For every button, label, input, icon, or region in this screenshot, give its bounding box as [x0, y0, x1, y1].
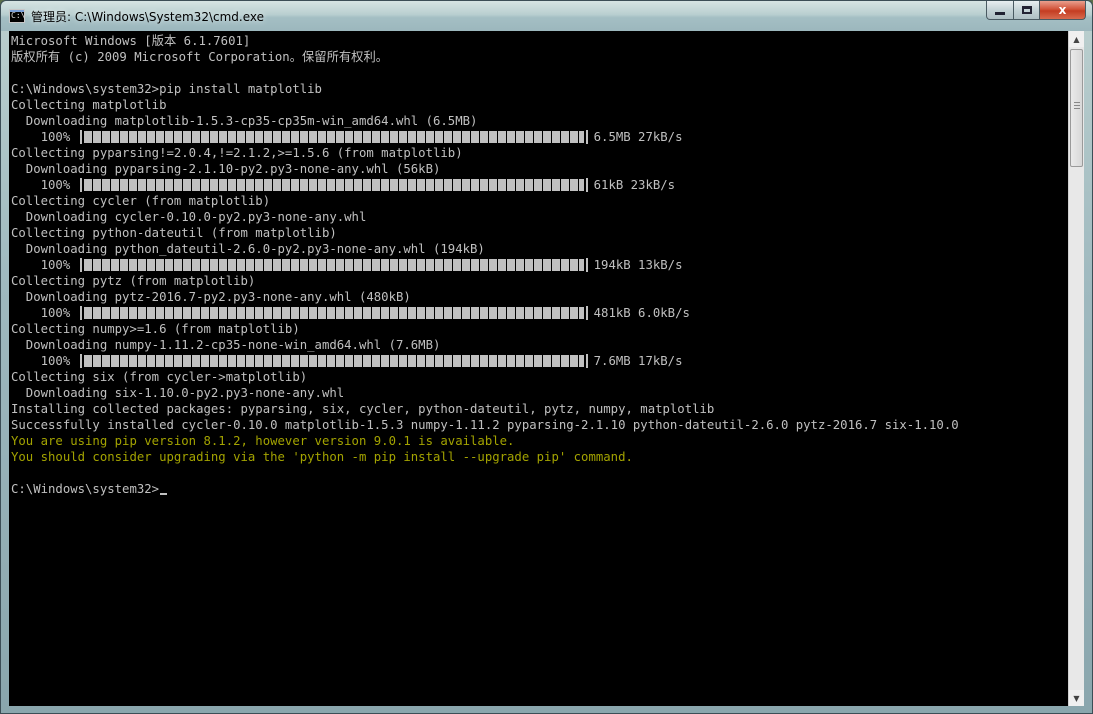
progress-line: 100% 61kB 23kB/s [11, 177, 959, 193]
console-line: Collecting matplotlib [11, 97, 959, 113]
window-title: 管理员: C:\Windows\System32\cmd.exe [31, 10, 264, 24]
minimize-icon [995, 11, 1005, 15]
progress-fill [83, 307, 584, 319]
console-line-text: You should consider upgrading via the 'p… [11, 450, 633, 464]
console-line: Collecting numpy>=1.6 (from matplotlib) [11, 321, 959, 337]
progress-line: 100% 481kB 6.0kB/s [11, 305, 959, 321]
minimize-button[interactable] [986, 1, 1014, 20]
console-line-text: You are using pip version 8.1.2, however… [11, 434, 515, 448]
console-line-text: Downloading python_dateutil-2.6.0-py2.py… [11, 242, 485, 256]
progress-fill [83, 259, 584, 271]
console-line-text: C:\Windows\system32> [11, 482, 160, 496]
progress-line: 100% 194kB 13kB/s [11, 257, 959, 273]
warning-line: You are using pip version 8.1.2, however… [11, 433, 959, 449]
progress-percent: 100% [11, 258, 78, 272]
progress-bar [79, 306, 588, 320]
console-line: Collecting pyparsing!=2.0.4,!=2.1.2,>=1.… [11, 145, 959, 161]
console-line: Collecting pytz (from matplotlib) [11, 273, 959, 289]
console-line-text: Collecting matplotlib [11, 98, 167, 112]
console-lines: Microsoft Windows [版本 6.1.7601] 版权所有 (c) … [11, 33, 959, 497]
prompt-line[interactable]: C:\Windows\system32> [11, 481, 959, 497]
progress-percent: 100% [11, 178, 78, 192]
console-line: Downloading six-1.10.0-py2.py3-none-any.… [11, 385, 959, 401]
cmd-prompt-icon[interactable]: C:\ [9, 9, 25, 23]
close-icon: x [1058, 3, 1067, 17]
console-line-text: Collecting pytz (from matplotlib) [11, 274, 256, 288]
console-line: Downloading pyparsing-2.1.10-py2.py3-non… [11, 161, 959, 177]
console-line: Collecting six (from cycler->matplotlib) [11, 369, 959, 385]
console-line-text: Downloading numpy-1.11.2-cp35-none-win_a… [11, 338, 441, 352]
console-line: Installing collected packages: pyparsing… [11, 401, 959, 417]
progress-bar [79, 178, 588, 192]
progress-line: 100% 6.5MB 27kB/s [11, 129, 959, 145]
scroll-thumb[interactable] [1070, 49, 1083, 167]
console-line: 版权所有 (c) 2009 Microsoft Corporation。保留所有… [11, 49, 959, 65]
scroll-up-button[interactable]: ▲ [1069, 31, 1084, 47]
close-button[interactable]: x [1040, 1, 1086, 20]
console-line: C:\Windows\system32>pip install matplotl… [11, 81, 959, 97]
maximize-icon [1021, 6, 1032, 14]
console-line-text: 版权所有 (c) 2009 Microsoft Corporation。保留所有… [11, 50, 389, 64]
console-output[interactable]: Microsoft Windows [版本 6.1.7601] 版权所有 (c) … [9, 31, 1069, 706]
progress-fill [83, 179, 584, 191]
console-line: Microsoft Windows [版本 6.1.7601] [11, 33, 959, 49]
progress-stats: 194kB 13kB/s [593, 258, 683, 272]
console-line-text: Collecting python-dateutil (from matplot… [11, 226, 337, 240]
progress-percent: 100% [11, 130, 78, 144]
grip-icon [1074, 102, 1080, 110]
scroll-up-arrow-icon: ▲ [1073, 34, 1080, 44]
scroll-down-button[interactable]: ▼ [1069, 690, 1084, 706]
progress-bar [79, 130, 588, 144]
console-line-text: Microsoft Windows [版本 6.1.7601] [11, 34, 251, 48]
console-line-text: Downloading pytz-2016.7-py2.py3-none-any… [11, 290, 411, 304]
title-bar[interactable]: C:\ 管理员: C:\Windows\System32\cmd.exe x [1, 1, 1092, 31]
console-line: Collecting python-dateutil (from matplot… [11, 225, 959, 241]
console-line-text: Downloading pyparsing-2.1.10-py2.py3-non… [11, 162, 441, 176]
console-line-text: Downloading matplotlib-1.5.3-cp35-cp35m-… [11, 114, 478, 128]
console-line: Downloading numpy-1.11.2-cp35-none-win_a… [11, 337, 959, 353]
console-line-text: Successfully installed cycler-0.10.0 mat… [11, 418, 959, 432]
caption-buttons: x [986, 1, 1086, 21]
progress-percent: 100% [11, 306, 78, 320]
text-cursor [160, 493, 168, 495]
console-line-text: Installing collected packages: pyparsing… [11, 402, 715, 416]
vertical-scrollbar[interactable]: ▲ ▼ [1068, 31, 1084, 706]
cmd-window: C:\ 管理员: C:\Windows\System32\cmd.exe x M… [0, 0, 1093, 714]
progress-stats: 481kB 6.0kB/s [593, 306, 690, 320]
console-line-text: Downloading six-1.10.0-py2.py3-none-any.… [11, 386, 345, 400]
progress-stats: 61kB 23kB/s [593, 178, 676, 192]
progress-percent: 100% [11, 354, 78, 368]
warning-line: You should consider upgrading via the 'p… [11, 449, 959, 465]
console-line: Successfully installed cycler-0.10.0 mat… [11, 417, 959, 433]
scroll-down-arrow-icon: ▼ [1073, 693, 1080, 703]
progress-fill [83, 355, 584, 367]
progress-stats: 6.5MB 27kB/s [593, 130, 683, 144]
console-line-text: Collecting six (from cycler->matplotlib) [11, 370, 308, 384]
console-line-text: Collecting numpy>=1.6 (from matplotlib) [11, 322, 300, 336]
console-line: Downloading cycler-0.10.0-py2.py3-none-a… [11, 209, 959, 225]
maximize-button[interactable] [1014, 1, 1040, 20]
console-line: Downloading pytz-2016.7-py2.py3-none-any… [11, 289, 959, 305]
progress-fill [83, 131, 584, 143]
progress-bar [79, 258, 588, 272]
console-line: Collecting cycler (from matplotlib) [11, 193, 959, 209]
console-line: Downloading python_dateutil-2.6.0-py2.py… [11, 241, 959, 257]
console-line: Downloading matplotlib-1.5.3-cp35-cp35m-… [11, 113, 959, 129]
console-line-text: Downloading cycler-0.10.0-py2.py3-none-a… [11, 210, 367, 224]
progress-bar [79, 354, 588, 368]
console-line-text: C:\Windows\system32>pip install matplotl… [11, 82, 322, 96]
progress-line: 100% 7.6MB 17kB/s [11, 353, 959, 369]
console-line-text: Collecting cycler (from matplotlib) [11, 194, 271, 208]
progress-stats: 7.6MB 17kB/s [593, 354, 683, 368]
console-line-text: Collecting pyparsing!=2.0.4,!=2.1.2,>=1.… [11, 146, 463, 160]
